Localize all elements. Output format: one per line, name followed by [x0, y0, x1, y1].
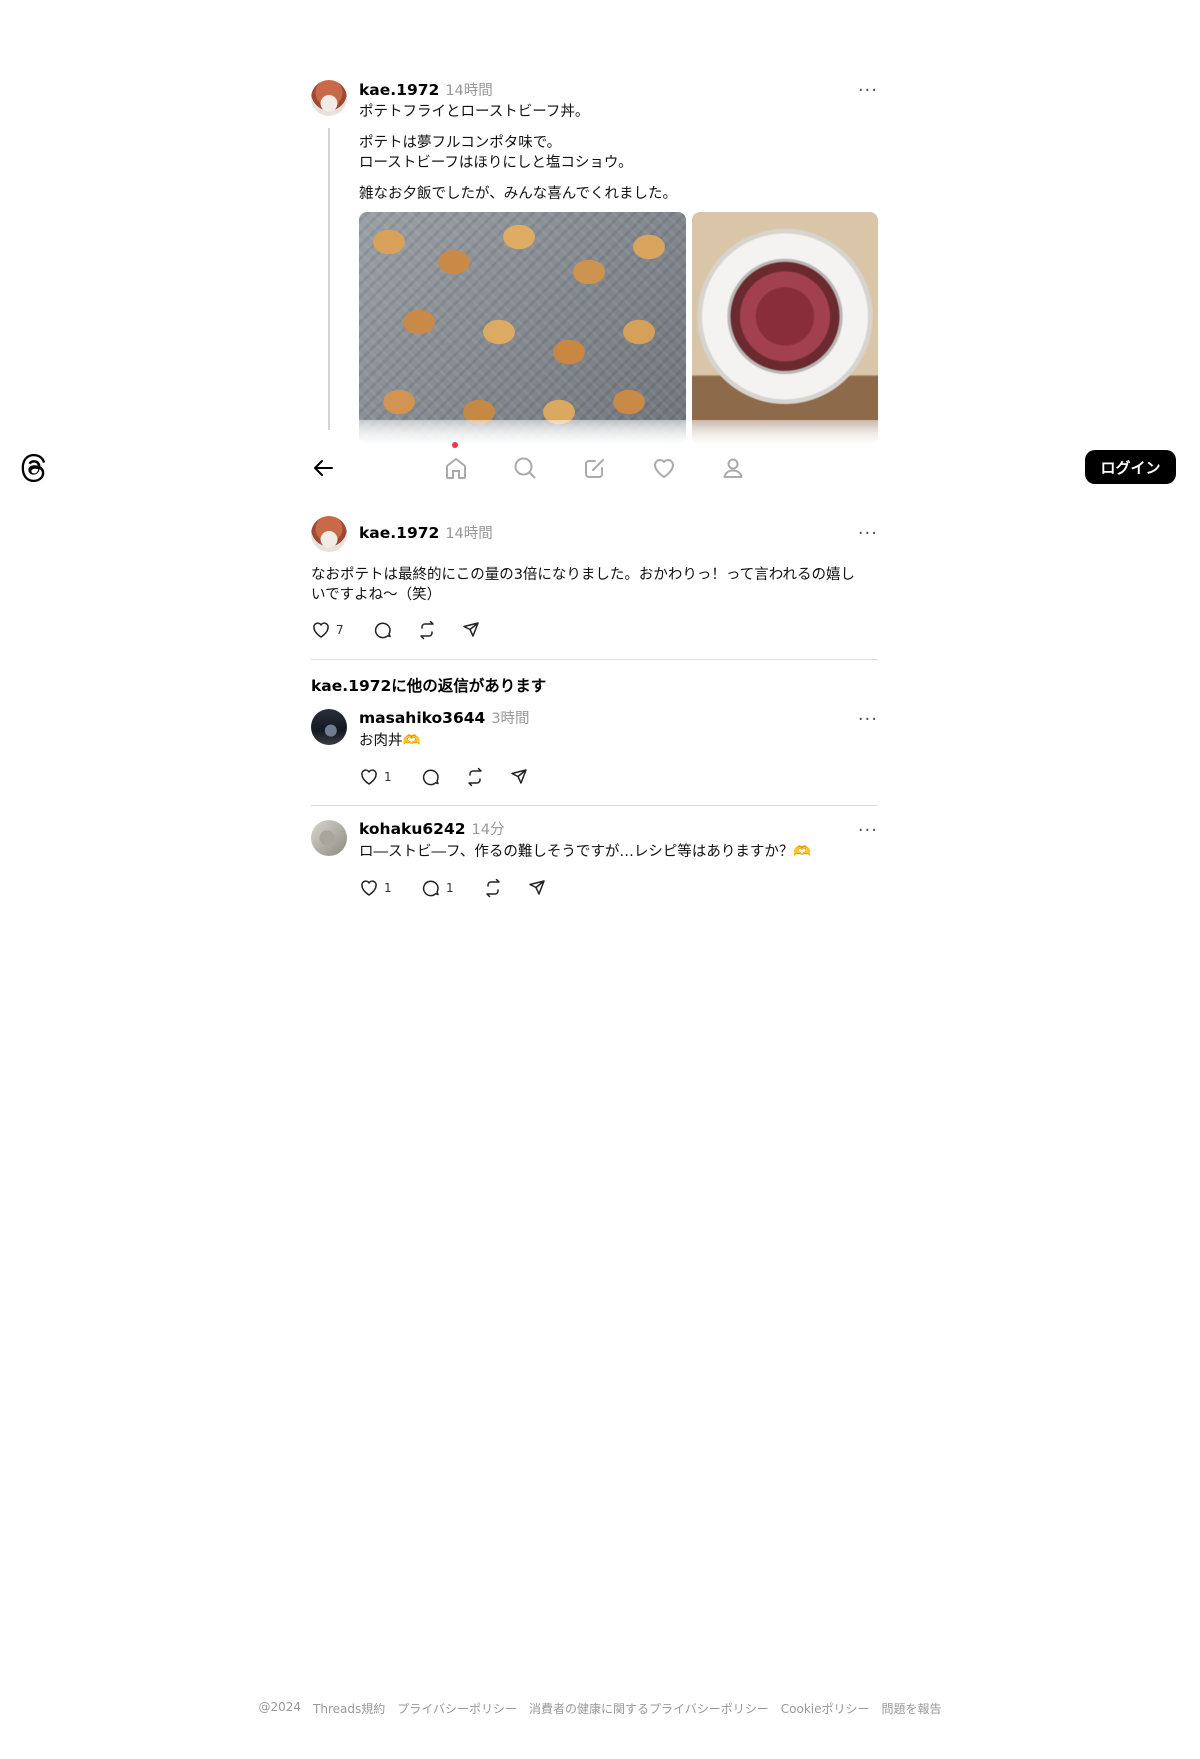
thread-line [328, 128, 330, 430]
home-icon[interactable] [443, 455, 469, 481]
divider [311, 805, 878, 806]
repost-icon [486, 878, 500, 898]
post-line: 雑なお夕飯でしたが、みんな喜んでくれました。 [359, 186, 677, 202]
profile-icon[interactable] [720, 455, 746, 481]
like-count: 7 [336, 623, 344, 637]
like-icon [313, 622, 329, 638]
timestamp[interactable]: 3時間 [491, 711, 529, 727]
comment-post: masahiko3644 3時間 ··· お肉丼🫶 1 [311, 709, 878, 799]
top-nav [0, 440, 1200, 496]
more-icon[interactable]: ··· [858, 82, 878, 100]
comment-button[interactable] [421, 765, 465, 789]
share-icon [463, 622, 479, 637]
like-icon [361, 769, 377, 785]
post-header: masahiko3644 3時間 [359, 707, 530, 728]
footer-report-link[interactable]: 問題を報告 [882, 1700, 942, 1717]
active-dot [452, 442, 458, 448]
like-button[interactable]: 1 [359, 765, 421, 789]
share-button[interactable] [527, 876, 557, 900]
avatar[interactable] [311, 80, 347, 116]
repost-button[interactable] [417, 618, 461, 642]
like-button[interactable]: 7 [311, 618, 373, 642]
post-line: ポテトは夢フルコンポタ味で。 [359, 135, 562, 151]
more-icon[interactable]: ··· [858, 822, 878, 840]
avatar[interactable] [311, 516, 347, 552]
action-bar: 1 1 [359, 876, 557, 900]
footer-health-privacy-link[interactable]: 消費者の健康に関するプライバシーポリシー [529, 1700, 769, 1717]
divider [311, 659, 878, 660]
comment-icon [374, 622, 391, 639]
more-icon[interactable]: ··· [858, 525, 878, 543]
username[interactable]: kohaku6242 [359, 820, 466, 838]
comment-post: kohaku6242 14分 ··· ロ―ストビ―フ、作るの難しそうですが…レシピ… [311, 820, 878, 910]
reply-post: kae.1972 14時間 ··· なおポテトは最終的にこの量の3倍になりました。… [311, 516, 878, 646]
post-header: kae.1972 14時間 [359, 522, 493, 543]
search-icon[interactable] [512, 455, 538, 481]
share-button[interactable] [461, 618, 491, 642]
like-button[interactable]: 1 [359, 876, 421, 900]
footer-privacy-link[interactable]: プライバシーポリシー [397, 1700, 517, 1717]
comment-button[interactable] [373, 618, 417, 642]
timestamp[interactable]: 14時間 [445, 83, 492, 99]
action-bar: 7 [311, 618, 491, 642]
like-icon [361, 880, 377, 896]
timestamp[interactable]: 14時間 [445, 526, 492, 542]
repost-button[interactable] [465, 765, 509, 789]
heart-icon[interactable] [651, 455, 677, 481]
compose-icon[interactable] [582, 455, 608, 481]
username[interactable]: masahiko3644 [359, 709, 485, 727]
avatar[interactable] [311, 709, 347, 745]
back-arrow-icon[interactable] [311, 456, 335, 480]
like-count: 1 [384, 881, 392, 895]
repost-button[interactable] [483, 876, 527, 900]
fries-photo[interactable] [359, 212, 686, 444]
more-icon[interactable]: ··· [858, 711, 878, 729]
username[interactable]: kae.1972 [359, 524, 439, 542]
footer: @2024 Threads規約 プライバシーポリシー 消費者の健康に関するプライ… [0, 1700, 1200, 1717]
roast-beef-photo[interactable] [692, 212, 878, 444]
share-icon [529, 880, 545, 895]
avatar[interactable] [311, 820, 347, 856]
comment-icon [422, 769, 439, 786]
footer-copyright: @2024 [258, 1700, 302, 1714]
post-text: なおポテトは最終的にこの量の3倍になりました。おかわりっ！って言われるの嬉し [311, 567, 855, 583]
comment-button[interactable]: 1 [421, 876, 483, 900]
section-heading: kae.1972に他の返信があります [311, 677, 547, 695]
post-line: ポテトフライとローストビーフ丼。 [359, 104, 590, 120]
comment-icon [422, 880, 439, 897]
like-count: 1 [384, 770, 392, 784]
post-header: kae.1972 14時間 [359, 79, 493, 100]
post-text: お肉丼🫶 [359, 733, 421, 749]
repost-icon [420, 620, 434, 640]
share-button[interactable] [509, 765, 539, 789]
main-post: kae.1972 14時間 ··· ポテトフライとローストビーフ丼。 ポテトは夢フ… [311, 79, 878, 444]
post-text: いですよね〜（笑） [311, 587, 442, 603]
post-line: ローストビーフはほりにしと塩コショウ。 [359, 155, 633, 171]
post-text: ロ―ストビ―フ、作るの難しそうですが…レシピ等はありますか？🫶 [359, 844, 812, 860]
action-bar: 1 [359, 765, 539, 789]
login-button[interactable]: ログイン [1085, 450, 1176, 484]
share-icon [511, 769, 527, 784]
username[interactable]: kae.1972 [359, 81, 439, 99]
repost-icon [468, 767, 482, 787]
post-header: kohaku6242 14分 [359, 818, 504, 839]
timestamp[interactable]: 14分 [472, 822, 505, 838]
footer-cookie-link[interactable]: Cookieポリシー [781, 1700, 870, 1717]
comment-count: 1 [446, 881, 454, 895]
footer-terms-link[interactable]: Threads規約 [313, 1700, 385, 1717]
